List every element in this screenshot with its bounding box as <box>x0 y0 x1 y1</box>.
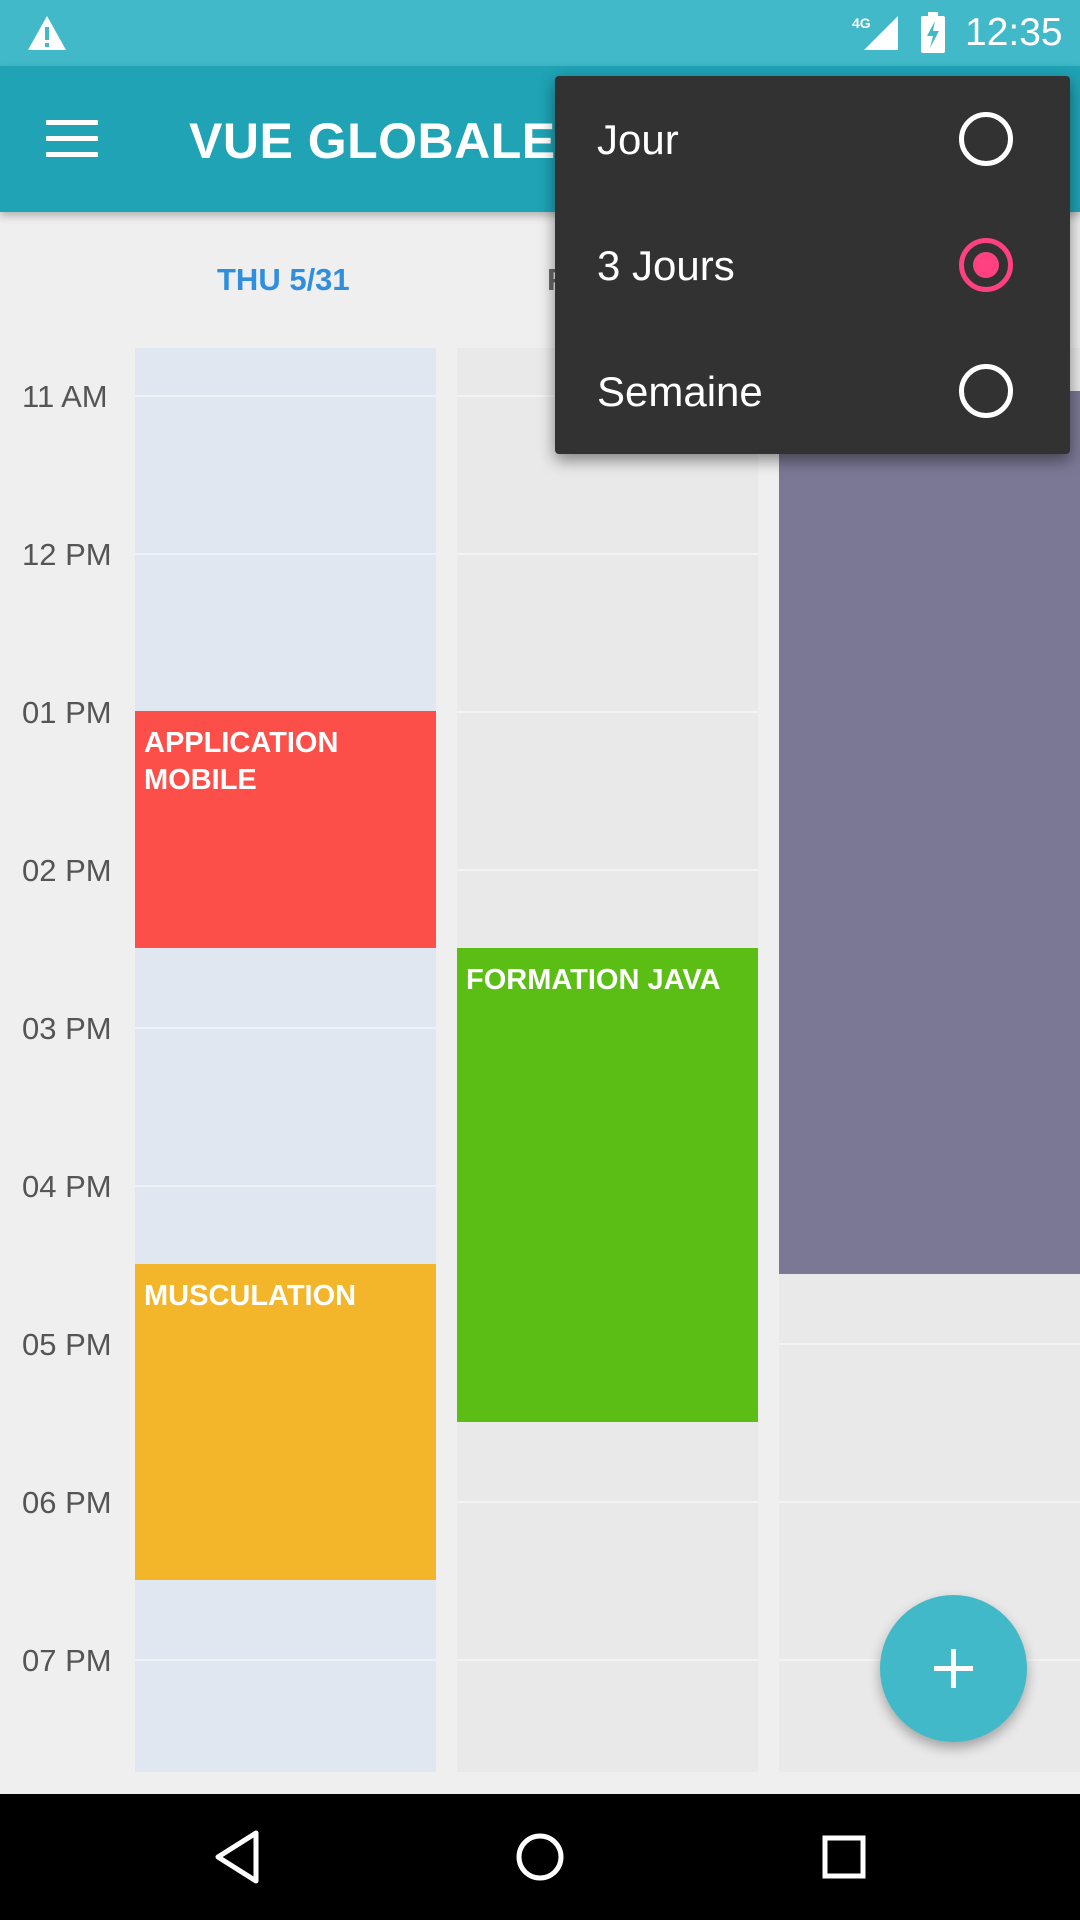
view-mode-menu: Jour 3 Jours Semaine <box>555 76 1070 454</box>
radio-unchecked-icon[interactable] <box>959 364 1013 418</box>
hour-label: 01 PM <box>22 695 112 730</box>
event-formation-java[interactable]: FORMATION JAVA <box>457 948 758 1422</box>
signal-icon: 4G <box>852 15 898 50</box>
menu-item-semaine[interactable]: Semaine <box>555 328 1070 454</box>
menu-item-label: 3 Jours <box>597 242 735 289</box>
home-icon[interactable] <box>514 1827 566 1887</box>
add-event-button[interactable] <box>880 1595 1027 1742</box>
back-icon[interactable] <box>212 1827 262 1887</box>
battery-charging-icon <box>921 12 945 53</box>
hamburger-menu-icon[interactable] <box>46 120 98 158</box>
radio-checked-icon[interactable] <box>959 238 1013 292</box>
menu-item-jour[interactable]: Jour <box>555 76 1070 202</box>
hour-label: 05 PM <box>22 1327 112 1362</box>
hour-label: 02 PM <box>22 853 112 888</box>
event-musculation[interactable]: MUSCULATION <box>135 1264 436 1580</box>
hour-label: 07 PM <box>22 1643 112 1678</box>
menu-item-3-jours[interactable]: 3 Jours <box>555 202 1070 328</box>
hour-label: 04 PM <box>22 1169 112 1204</box>
menu-item-label: Semaine <box>597 368 763 415</box>
recents-icon[interactable] <box>818 1827 870 1887</box>
hour-label: 11 AM <box>22 379 108 414</box>
hour-label: 06 PM <box>22 1485 112 1520</box>
hour-label: 03 PM <box>22 1011 112 1046</box>
menu-item-label: Jour <box>597 116 679 163</box>
status-bar: 4G 12:35 <box>0 0 1080 66</box>
page-title: VUE GLOBALE <box>189 113 556 169</box>
day-header-today[interactable]: THU 5/31 <box>217 262 350 298</box>
screen: 4G 12:35 VUE GLOBALE THU 5/31 F 11 AM 12… <box>0 0 1080 1920</box>
network-type-label: 4G <box>852 15 871 31</box>
status-time: 12:35 <box>965 11 1063 54</box>
event-partial[interactable] <box>779 391 1080 1274</box>
hour-label: 12 PM <box>22 537 112 572</box>
navigation-bar <box>0 1794 1080 1920</box>
warning-icon <box>28 16 66 50</box>
radio-unchecked-icon[interactable] <box>959 112 1013 166</box>
event-application-mobile[interactable]: APPLICATION MOBILE <box>135 711 436 948</box>
